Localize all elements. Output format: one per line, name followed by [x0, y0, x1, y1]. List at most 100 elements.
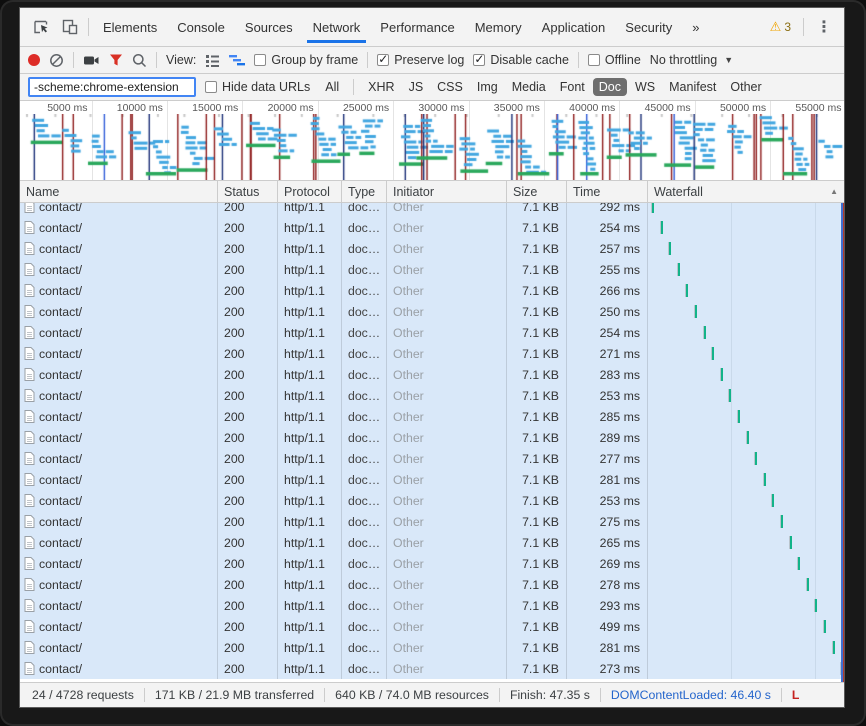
- filter-button[interactable]: [109, 53, 123, 67]
- cell-time: 271 ms: [567, 343, 648, 364]
- time: 277 ms: [600, 452, 640, 466]
- tab-elements[interactable]: Elements: [93, 8, 167, 46]
- cell-name: contact/: [20, 469, 218, 490]
- overview-tick-label: 15000 ms: [192, 102, 242, 114]
- console-warnings-badge[interactable]: ⚠ 3: [762, 19, 799, 35]
- column-header-waterfall[interactable]: Waterfall▲: [648, 181, 844, 202]
- cell-type: doc…: [342, 301, 387, 322]
- devtools-menu-button[interactable]: ⋮: [808, 17, 840, 37]
- group-by-frame-checkbox[interactable]: Group by frame: [254, 53, 358, 67]
- document-icon: [24, 242, 35, 255]
- tab-[interactable]: »: [682, 8, 709, 46]
- disable-cache-label: Disable cache: [490, 53, 569, 67]
- table-row[interactable]: contact/200http/1.1doc…Other7.1 KB254 ms: [20, 217, 844, 238]
- table-row[interactable]: contact/200http/1.1doc…Other7.1 KB253 ms: [20, 385, 844, 406]
- window-frame: ElementsConsoleSourcesNetworkPerformance…: [0, 0, 866, 726]
- filter-type-js[interactable]: JS: [403, 78, 430, 96]
- column-header-time[interactable]: Time: [567, 181, 648, 202]
- protocol: http/1.1: [284, 662, 325, 676]
- table-row[interactable]: contact/200http/1.1doc…Other7.1 KB283 ms: [20, 364, 844, 385]
- tab-network[interactable]: Network: [303, 8, 371, 46]
- record-network-log-button[interactable]: [28, 54, 40, 66]
- table-row[interactable]: contact/200http/1.1doc…Other7.1 KB293 ms: [20, 595, 844, 616]
- cell-size: 7.1 KB: [507, 553, 567, 574]
- filter-type-ws[interactable]: WS: [629, 78, 661, 96]
- tab-performance[interactable]: Performance: [370, 8, 464, 46]
- filter-type-xhr[interactable]: XHR: [362, 78, 400, 96]
- search-button[interactable]: [132, 53, 147, 68]
- filter-type-doc[interactable]: Doc: [593, 78, 627, 96]
- protocol: http/1.1: [284, 536, 325, 550]
- preserve-log-checkbox[interactable]: Preserve log: [377, 53, 464, 67]
- throttling-dropdown[interactable]: No throttling ▼: [650, 53, 733, 67]
- status-code: 200: [224, 203, 245, 214]
- capture-screenshots-button[interactable]: [83, 54, 100, 67]
- disable-cache-checkbox[interactable]: Disable cache: [473, 53, 569, 67]
- filter-type-all[interactable]: All: [319, 78, 345, 96]
- table-row[interactable]: contact/200http/1.1doc…Other7.1 KB292 ms: [20, 203, 844, 217]
- tab-memory[interactable]: Memory: [465, 8, 532, 46]
- filter-type-manifest[interactable]: Manifest: [663, 78, 722, 96]
- network-overview-graph[interactable]: [20, 114, 844, 180]
- tab-security[interactable]: Security: [615, 8, 682, 46]
- filter-type-img[interactable]: Img: [471, 78, 504, 96]
- filter-type-font[interactable]: Font: [554, 78, 591, 96]
- cell-waterfall: [648, 511, 844, 532]
- column-header-name[interactable]: Name: [20, 181, 218, 202]
- tab-console[interactable]: Console: [167, 8, 235, 46]
- tab-sources[interactable]: Sources: [235, 8, 303, 46]
- column-header-type[interactable]: Type: [342, 181, 387, 202]
- column-header-size[interactable]: Size: [507, 181, 567, 202]
- table-row[interactable]: contact/200http/1.1doc…Other7.1 KB254 ms: [20, 322, 844, 343]
- cell-waterfall: [648, 322, 844, 343]
- cell-waterfall: [648, 637, 844, 658]
- offline-checkbox[interactable]: Offline: [588, 53, 641, 67]
- filter-type-css[interactable]: CSS: [431, 78, 469, 96]
- inspect-element-button[interactable]: [28, 14, 56, 40]
- table-row[interactable]: contact/200http/1.1doc…Other7.1 KB277 ms: [20, 448, 844, 469]
- table-row[interactable]: contact/200http/1.1doc…Other7.1 KB275 ms: [20, 511, 844, 532]
- table-row[interactable]: contact/200http/1.1doc…Other7.1 KB253 ms: [20, 490, 844, 511]
- table-row[interactable]: contact/200http/1.1doc…Other7.1 KB273 ms: [20, 658, 844, 679]
- table-row[interactable]: contact/200http/1.1doc…Other7.1 KB499 ms: [20, 616, 844, 637]
- table-row[interactable]: contact/200http/1.1doc…Other7.1 KB250 ms: [20, 301, 844, 322]
- table-row[interactable]: contact/200http/1.1doc…Other7.1 KB271 ms: [20, 343, 844, 364]
- cell-status: 200: [218, 259, 278, 280]
- table-row[interactable]: contact/200http/1.1doc…Other7.1 KB285 ms: [20, 406, 844, 427]
- cell-status: 200: [218, 574, 278, 595]
- overview-tick-label: 40000 ms: [569, 102, 619, 114]
- document-icon: [24, 515, 35, 528]
- filter-type-media[interactable]: Media: [506, 78, 552, 96]
- table-row[interactable]: contact/200http/1.1doc…Other7.1 KB281 ms: [20, 469, 844, 490]
- table-row[interactable]: contact/200http/1.1doc…Other7.1 KB281 ms: [20, 637, 844, 658]
- column-header-status[interactable]: Status: [218, 181, 278, 202]
- column-header-initiator[interactable]: Initiator: [387, 181, 507, 202]
- hide-data-urls-checkbox[interactable]: Hide data URLs: [205, 80, 310, 94]
- size: 7.1 KB: [522, 578, 559, 592]
- cell-time: 292 ms: [567, 203, 648, 217]
- cell-protocol: http/1.1: [278, 532, 342, 553]
- view-waterfall-button[interactable]: [229, 54, 245, 66]
- table-row[interactable]: contact/200http/1.1doc…Other7.1 KB255 ms: [20, 259, 844, 280]
- size: 7.1 KB: [522, 536, 559, 550]
- cell-size: 7.1 KB: [507, 658, 567, 679]
- request-name: contact/: [39, 662, 82, 676]
- cell-initiator: Other: [387, 574, 507, 595]
- table-row[interactable]: contact/200http/1.1doc…Other7.1 KB289 ms: [20, 427, 844, 448]
- filter-type-other[interactable]: Other: [724, 78, 767, 96]
- table-row[interactable]: contact/200http/1.1doc…Other7.1 KB266 ms: [20, 280, 844, 301]
- filter-input[interactable]: [28, 77, 196, 97]
- table-row[interactable]: contact/200http/1.1doc…Other7.1 KB269 ms: [20, 553, 844, 574]
- requests-table-header: NameStatusProtocolTypeInitiatorSizeTimeW…: [20, 181, 844, 203]
- device-toolbar-button[interactable]: [56, 14, 84, 40]
- view-list-button[interactable]: [205, 54, 220, 67]
- table-row[interactable]: contact/200http/1.1doc…Other7.1 KB278 ms: [20, 574, 844, 595]
- waterfall-bar: [763, 473, 766, 486]
- resource-type: doc…: [348, 203, 380, 214]
- cell-type: doc…: [342, 217, 387, 238]
- column-header-protocol[interactable]: Protocol: [278, 181, 342, 202]
- clear-button[interactable]: [49, 53, 64, 68]
- table-row[interactable]: contact/200http/1.1doc…Other7.1 KB265 ms: [20, 532, 844, 553]
- table-row[interactable]: contact/200http/1.1doc…Other7.1 KB257 ms: [20, 238, 844, 259]
- tab-application[interactable]: Application: [532, 8, 616, 46]
